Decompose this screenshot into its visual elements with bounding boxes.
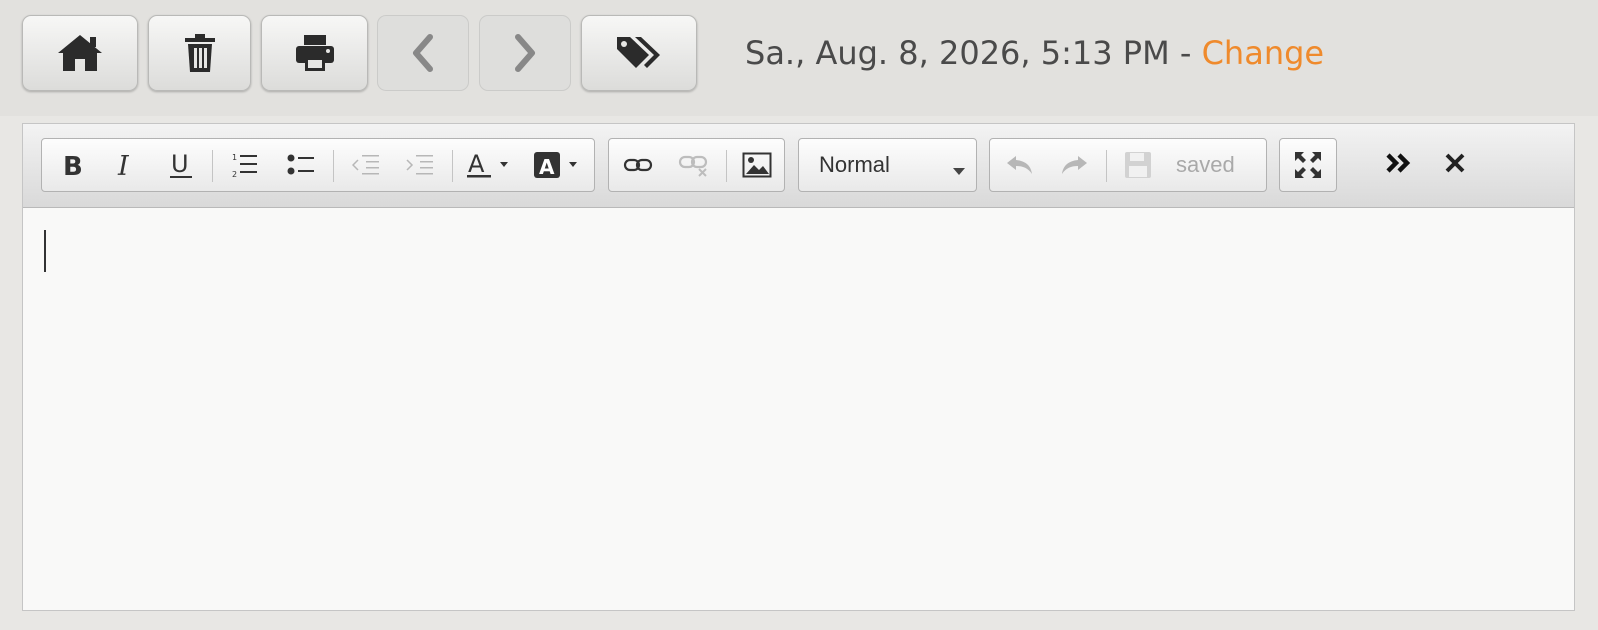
toolbar-separator xyxy=(452,150,453,182)
toolbar-separator xyxy=(1106,150,1107,182)
editor-content-area[interactable] xyxy=(23,208,1574,610)
toolbar-separator xyxy=(212,150,213,182)
close-button[interactable] xyxy=(1433,138,1477,192)
link-icon xyxy=(623,155,653,175)
save-icon xyxy=(1124,151,1152,179)
image-icon xyxy=(742,152,772,178)
format-value: Normal xyxy=(819,152,890,177)
text-color-icon: A xyxy=(467,150,515,180)
save-status: saved xyxy=(1176,152,1235,177)
chevron-left-icon xyxy=(410,34,436,72)
underline-button[interactable]: U xyxy=(155,139,207,191)
view-group xyxy=(1279,138,1337,192)
formatting-group: B I U 1 2 A A xyxy=(41,138,595,192)
toolbar-separator xyxy=(333,150,334,182)
italic-button[interactable]: I xyxy=(100,139,152,191)
format-select[interactable]: Normal xyxy=(798,138,977,192)
svg-text:A: A xyxy=(468,150,485,178)
history-group: saved xyxy=(989,138,1267,192)
svg-text:2: 2 xyxy=(232,170,237,178)
top-bar: Sa., Aug. 8, 2026, 5:13 PM - Change xyxy=(0,0,1598,116)
insert-group xyxy=(608,138,785,192)
unlink-button[interactable] xyxy=(667,139,721,191)
delete-button[interactable] xyxy=(148,15,251,91)
redo-icon xyxy=(1059,153,1089,177)
change-date-link[interactable]: Change xyxy=(1202,34,1325,72)
undo-button[interactable] xyxy=(994,139,1046,191)
next-button[interactable] xyxy=(479,15,571,91)
more-icon xyxy=(1386,152,1412,178)
unlink-icon xyxy=(678,152,710,178)
date-text: Sa., Aug. 8, 2026, 5:13 PM - xyxy=(745,34,1202,72)
bold-button[interactable]: B xyxy=(46,139,98,191)
text-cursor xyxy=(44,230,46,272)
entry-date: Sa., Aug. 8, 2026, 5:13 PM - Change xyxy=(745,34,1324,72)
italic-icon: I xyxy=(115,152,137,178)
bulleted-list-button[interactable] xyxy=(275,139,327,191)
save-button[interactable] xyxy=(1112,139,1164,191)
svg-text:I: I xyxy=(117,152,130,178)
trash-icon xyxy=(183,33,217,73)
rich-text-editor: B I U 1 2 A A Normal saved xyxy=(22,123,1575,611)
bold-icon: B xyxy=(61,152,83,178)
home-icon xyxy=(55,32,105,74)
home-button[interactable] xyxy=(22,15,138,91)
redo-button[interactable] xyxy=(1048,139,1100,191)
close-icon xyxy=(1444,152,1466,178)
indent-button[interactable] xyxy=(394,139,446,191)
maximize-button[interactable] xyxy=(1280,139,1336,191)
svg-text:U: U xyxy=(171,150,189,178)
svg-text:A: A xyxy=(539,155,555,179)
indent-icon xyxy=(406,153,434,177)
more-button[interactable] xyxy=(1377,138,1421,192)
svg-text:B: B xyxy=(63,152,83,178)
numbered-list-button[interactable]: 1 2 xyxy=(219,139,271,191)
print-button[interactable] xyxy=(261,15,368,91)
bulleted-list-icon xyxy=(287,153,315,177)
outdent-button[interactable] xyxy=(340,139,392,191)
tags-button[interactable] xyxy=(581,15,697,91)
printer-icon xyxy=(294,33,336,73)
svg-text:1: 1 xyxy=(232,153,237,162)
previous-button[interactable] xyxy=(377,15,469,91)
background-color-button[interactable]: A xyxy=(526,139,592,191)
text-color-button[interactable]: A xyxy=(458,139,524,191)
tags-icon xyxy=(614,33,664,73)
numbered-list-icon: 1 2 xyxy=(232,152,258,178)
toolbar-separator xyxy=(726,150,727,182)
link-button[interactable] xyxy=(611,139,665,191)
editor-toolbar: B I U 1 2 A A Normal saved xyxy=(23,124,1574,208)
chevron-down-icon xyxy=(953,161,965,180)
outdent-icon xyxy=(352,153,380,177)
maximize-icon xyxy=(1293,150,1323,180)
undo-icon xyxy=(1005,153,1035,177)
chevron-right-icon xyxy=(512,34,538,72)
underline-icon: U xyxy=(169,150,193,180)
background-color-icon: A xyxy=(534,150,584,180)
image-button[interactable] xyxy=(730,139,784,191)
